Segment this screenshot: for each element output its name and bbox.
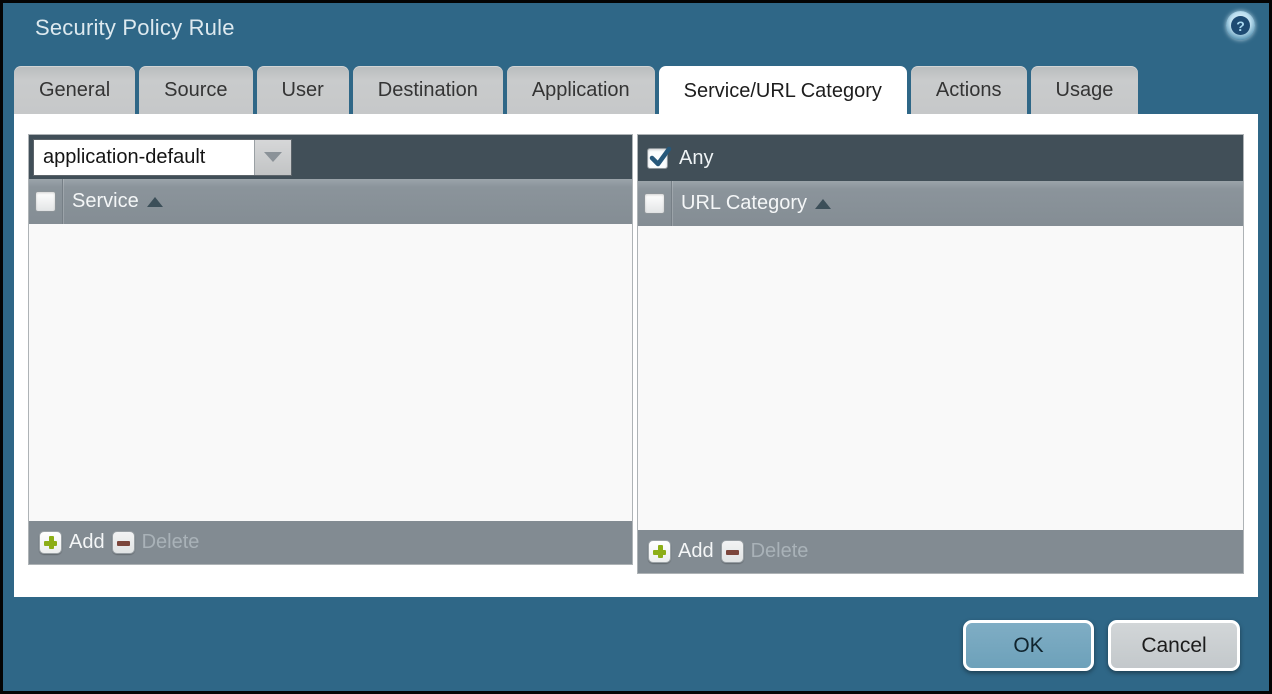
url-category-delete-button[interactable]: Delete (721, 540, 809, 563)
url-category-column-label: URL Category (681, 192, 807, 215)
delete-minus-icon (112, 531, 135, 554)
service-panel-header (29, 135, 632, 179)
service-panel-toolbar: Add Delete (29, 521, 632, 564)
service-type-dropdown-button[interactable] (254, 140, 291, 175)
service-delete-button[interactable]: Delete (112, 531, 200, 554)
dialog-title: Security Policy Rule (35, 15, 235, 41)
chevron-down-icon (264, 152, 282, 162)
tab-actions[interactable]: Actions (911, 66, 1027, 114)
tab-usage[interactable]: Usage (1031, 66, 1139, 114)
help-icon[interactable]: ? (1226, 11, 1255, 40)
tab-bar: General Source User Destination Applicat… (14, 66, 1258, 114)
add-plus-icon (39, 531, 62, 554)
tab-content-sheet: Service Add Delete (14, 114, 1258, 597)
help-question-glyph: ? (1231, 16, 1250, 35)
url-category-column-header[interactable]: URL Category (638, 181, 1243, 226)
security-policy-rule-dialog: Security Policy Rule ? General Source Us… (0, 0, 1272, 694)
url-category-list-body (638, 226, 1243, 530)
service-type-input[interactable] (34, 140, 254, 175)
tab-application[interactable]: Application (507, 66, 655, 114)
service-type-dropdown (33, 139, 292, 176)
url-category-add-button[interactable]: Add (648, 540, 714, 563)
sort-ascending-icon (815, 199, 831, 209)
service-add-button[interactable]: Add (39, 531, 105, 554)
service-list-body (29, 224, 632, 521)
checkmark-icon (647, 145, 673, 171)
url-category-select-all-checkbox[interactable] (644, 193, 665, 214)
tab-general[interactable]: General (14, 66, 135, 114)
delete-minus-icon (721, 540, 744, 563)
tab-user[interactable]: User (257, 66, 349, 114)
any-checkbox-label: Any (679, 147, 713, 170)
service-select-all-cell (29, 179, 63, 224)
tab-destination[interactable]: Destination (353, 66, 503, 114)
tab-service-url-category[interactable]: Service/URL Category (659, 66, 907, 116)
service-column-header[interactable]: Service (29, 179, 632, 224)
url-category-panel: Any URL Category Add Delete (637, 134, 1244, 574)
service-column-label: Service (72, 190, 139, 213)
any-row: Any (638, 147, 713, 170)
service-select-all-checkbox[interactable] (35, 191, 56, 212)
url-category-select-all-cell (638, 181, 672, 226)
add-plus-icon (648, 540, 671, 563)
ok-button[interactable]: OK (963, 620, 1094, 671)
url-category-panel-toolbar: Add Delete (638, 530, 1243, 573)
tab-source[interactable]: Source (139, 66, 252, 114)
any-checkbox[interactable] (647, 148, 668, 169)
url-category-panel-header: Any (638, 135, 1243, 181)
sort-ascending-icon (147, 197, 163, 207)
cancel-button[interactable]: Cancel (1108, 620, 1240, 671)
service-panel: Service Add Delete (28, 134, 633, 565)
